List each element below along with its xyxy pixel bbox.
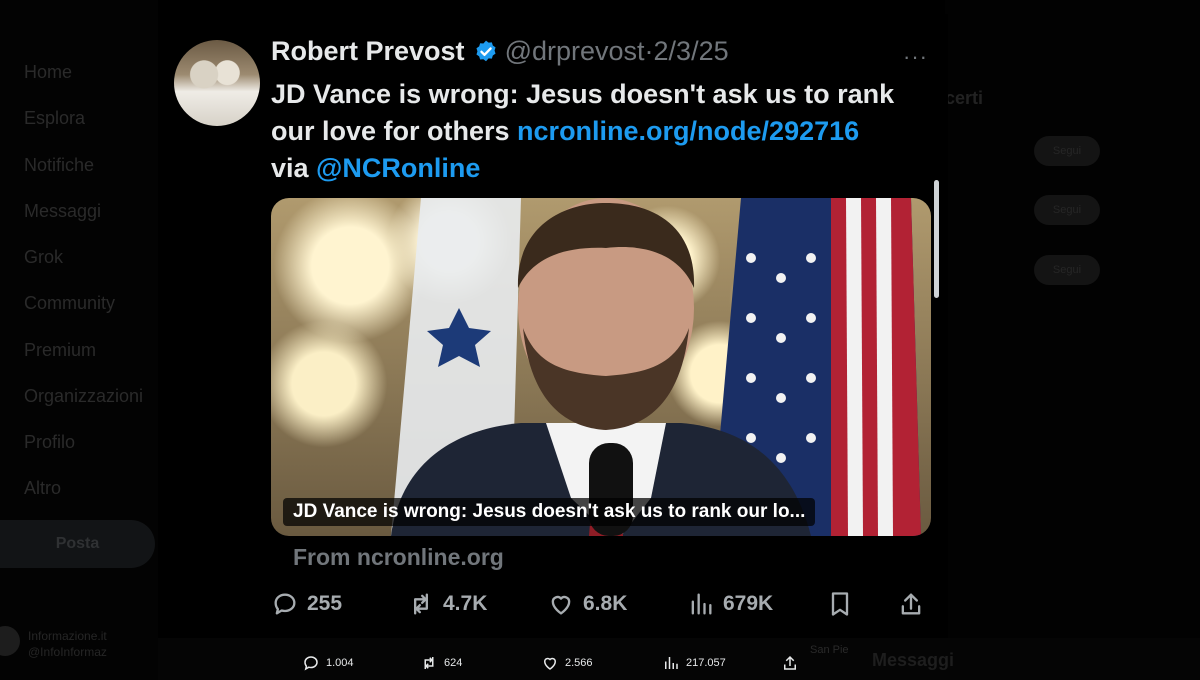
account-name: Informazione.it xyxy=(28,629,107,643)
account-avatar[interactable] xyxy=(0,626,20,656)
nav-organizations[interactable]: Organizzazioni xyxy=(24,386,143,407)
reply-count: 1.004 xyxy=(326,657,354,669)
link-card-source[interactable]: From ncronline.org xyxy=(293,544,504,571)
bookmark-button[interactable] xyxy=(826,590,854,618)
nav-grok[interactable]: Grok xyxy=(24,247,63,268)
nav-messages[interactable]: Messaggi xyxy=(24,201,101,222)
article-link[interactable]: ncronline.org/node/292716 xyxy=(517,116,859,146)
like-icon xyxy=(551,595,571,615)
via-label: via xyxy=(271,153,317,183)
account-handle: @InfoInformaz xyxy=(28,645,107,659)
like-count: 6.8K xyxy=(583,592,628,615)
ncronline-mention[interactable]: @NCRonline xyxy=(316,153,480,183)
nav-more[interactable]: Altro xyxy=(24,478,61,499)
author-name[interactable]: Robert Prevost xyxy=(271,36,465,67)
reply-button[interactable]: 255 xyxy=(271,590,342,618)
repost-count: 4.7K xyxy=(443,592,488,615)
tweet-card: Robert Prevost @drprevost · 2/3/25 ··· J… xyxy=(158,14,948,638)
views-icon xyxy=(665,657,678,669)
bg-share-action[interactable] xyxy=(781,654,799,672)
account-switcher[interactable]: Informazione.it @InfoInformaz xyxy=(28,628,107,660)
background-sidebar: Home Esplora Notifiche Messaggi Grok Com… xyxy=(0,0,158,680)
follow-button[interactable]: Segui xyxy=(1034,136,1100,166)
verified-badge-icon xyxy=(476,40,496,61)
bg-like-action[interactable]: 2.566 xyxy=(541,654,593,672)
like-count: 2.566 xyxy=(565,657,593,669)
repost-button[interactable]: 4.7K xyxy=(407,590,487,618)
repost-count: 624 xyxy=(444,657,463,669)
right-column-title: certi xyxy=(945,88,984,108)
tweet-header: Robert Prevost @drprevost · 2/3/25 xyxy=(271,36,729,67)
messages-drawer-title[interactable]: Messaggi xyxy=(872,650,954,671)
tweet-text: JD Vance is wrong: Jesus doesn't ask us … xyxy=(271,76,941,187)
views-count: 217.057 xyxy=(686,657,726,669)
repost-icon xyxy=(424,657,434,669)
bookmark-icon xyxy=(831,592,849,616)
background-right-column xyxy=(945,0,1200,680)
tweet-date[interactable]: 2/3/25 xyxy=(654,36,729,67)
post-button[interactable]: Posta xyxy=(0,520,155,568)
background-name-snippet: San Pie xyxy=(810,644,849,656)
views-icon xyxy=(691,593,712,615)
share-icon xyxy=(784,655,796,670)
link-card-headline: JD Vance is wrong: Jesus doesn't ask us … xyxy=(283,498,816,526)
reply-icon xyxy=(304,656,318,671)
bg-views-action[interactable]: 217.057 xyxy=(662,654,726,672)
like-icon xyxy=(543,657,557,670)
repost-icon xyxy=(414,593,428,615)
follow-button[interactable]: Segui xyxy=(1034,255,1100,285)
bg-repost-action[interactable]: 624 xyxy=(420,654,462,672)
like-button[interactable]: 6.8K xyxy=(547,590,627,618)
follow-button[interactable]: Segui xyxy=(1034,195,1100,225)
author-handle[interactable]: @drprevost xyxy=(505,36,645,67)
views-button[interactable]: 679K xyxy=(687,590,773,618)
share-button[interactable] xyxy=(897,590,925,618)
nav-profile[interactable]: Profilo xyxy=(24,432,75,453)
nav-home[interactable]: Home xyxy=(24,62,72,83)
tweet-actions: 255 4.7K 6.8K 679K xyxy=(271,590,931,622)
nav-premium[interactable]: Premium xyxy=(24,340,96,361)
nav-community[interactable]: Community xyxy=(24,293,115,314)
separator-dot: · xyxy=(644,36,654,66)
scrollbar[interactable] xyxy=(934,180,939,298)
reply-count: 255 xyxy=(307,592,343,615)
author-avatar[interactable] xyxy=(174,40,260,126)
reply-icon xyxy=(274,593,296,615)
bg-reply-action[interactable]: 1.004 xyxy=(302,654,354,672)
share-icon xyxy=(901,593,921,615)
nav-explore[interactable]: Esplora xyxy=(24,108,85,129)
views-count: 679K xyxy=(723,592,774,615)
more-icon[interactable]: ··· xyxy=(903,44,928,70)
link-card-image[interactable]: JD Vance is wrong: Jesus doesn't ask us … xyxy=(271,198,931,536)
nav-notifications[interactable]: Notifiche xyxy=(24,155,94,176)
flag-illustration xyxy=(391,198,921,536)
